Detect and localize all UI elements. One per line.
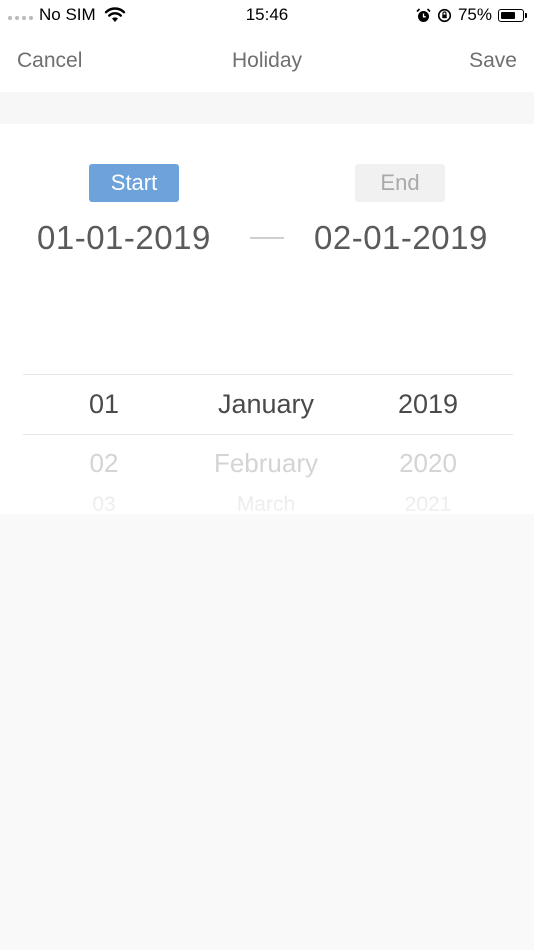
picker-selection-line-bottom bbox=[23, 434, 513, 435]
year-option[interactable]: 2021 bbox=[378, 493, 478, 514]
day-option[interactable]: 02 bbox=[54, 448, 154, 479]
nav-bar: Cancel Holiday Save bbox=[0, 30, 534, 92]
status-right: 75% bbox=[416, 5, 527, 25]
start-tab[interactable]: Start bbox=[89, 164, 179, 202]
month-option[interactable]: March bbox=[186, 493, 346, 514]
battery-level-fill bbox=[501, 11, 516, 19]
month-option[interactable]: February bbox=[186, 448, 346, 479]
alarm-icon bbox=[416, 7, 431, 22]
end-date-value[interactable]: 02-01-2019 bbox=[314, 219, 488, 257]
end-tab[interactable]: End bbox=[355, 164, 445, 202]
orientation-lock-icon bbox=[437, 8, 452, 22]
year-option[interactable]: 2020 bbox=[378, 448, 478, 479]
status-bar: No SIM 15:46 75% bbox=[0, 0, 534, 30]
battery-percent: 75% bbox=[457, 5, 492, 24]
battery-icon bbox=[498, 8, 527, 22]
day-option-selected[interactable]: 01 bbox=[54, 389, 154, 420]
save-button[interactable]: Save bbox=[469, 49, 517, 73]
day-option[interactable]: 03 bbox=[54, 493, 154, 514]
range-dash bbox=[250, 237, 284, 239]
year-option-selected[interactable]: 2019 bbox=[378, 389, 478, 420]
start-date-value[interactable]: 01-01-2019 bbox=[37, 219, 211, 257]
picker-selection-line-top bbox=[23, 374, 513, 375]
month-option-selected[interactable]: January bbox=[186, 389, 346, 420]
date-picker-wheel[interactable]: 01 02 03 January February March 2019 202… bbox=[0, 374, 534, 514]
date-range-section: Start End 01-01-2019 02-01-2019 bbox=[0, 124, 534, 374]
page-title: Holiday bbox=[231, 49, 303, 72]
empty-background bbox=[0, 514, 534, 950]
section-divider bbox=[0, 92, 534, 124]
